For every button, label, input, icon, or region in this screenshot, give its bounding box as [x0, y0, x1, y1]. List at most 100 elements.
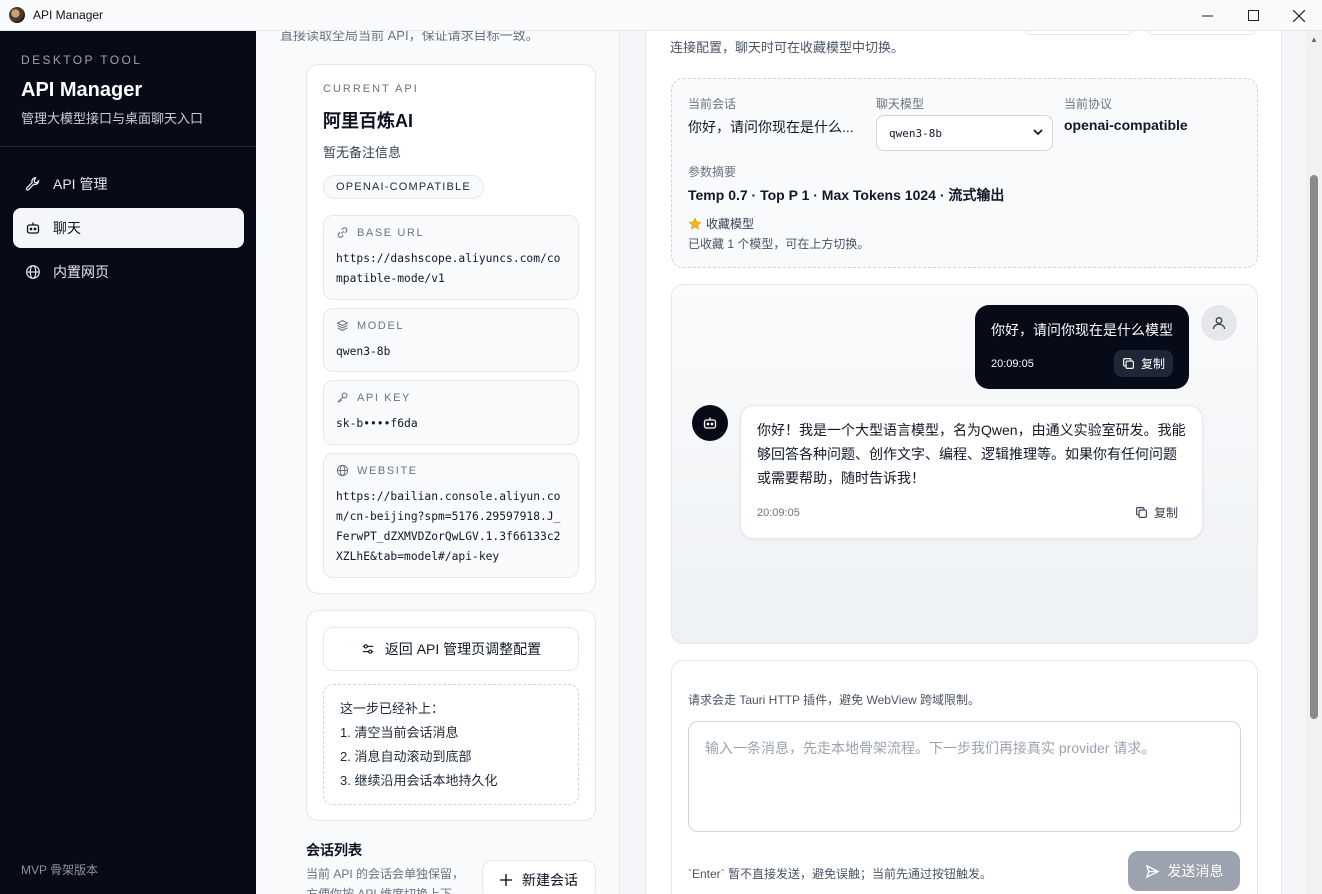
message-time: 20:09:05 — [991, 357, 1034, 370]
assistant-avatar — [692, 405, 728, 441]
params-label: 参数摘要 — [688, 165, 737, 179]
progress-notes: 这一步已经补上： 1. 清空当前会话消息 2. 消息自动滚动到底部 3. 继续沿… — [323, 684, 579, 805]
key-icon — [337, 392, 348, 403]
message-input[interactable]: 输入一条消息，先走本地骨架流程。下一步我们再接真实 provider 请求。 — [688, 721, 1241, 832]
session-panel: 直接读取全局当前 API，保证请求目标一致。 CURRENT API 阿里百炼A… — [256, 31, 620, 894]
back-to-api-button[interactable]: 返回 API 管理页调整配置 — [323, 627, 579, 671]
sidebar-item-webview[interactable]: 内置网页 — [13, 252, 244, 292]
step-item: 3. 继续沿用会话本地持久化 — [340, 773, 498, 788]
session-label: 当前会话 — [688, 97, 737, 111]
scroll-up-icon[interactable]: ▲ — [1310, 35, 1318, 44]
protocol-label: 当前协议 — [1064, 97, 1113, 111]
close-button[interactable] — [1276, 0, 1322, 31]
robot-icon — [703, 417, 717, 429]
current-api-card: CURRENT API 阿里百炼AI 暂无备注信息 OPENAI-COMPATI… — [306, 64, 596, 594]
composer-hint: `Enter` 暂不直接发送，避免误触；当前先通过按钮触发。 — [688, 867, 993, 881]
sidebar-item-label: 内置网页 — [53, 264, 109, 280]
copy-button[interactable]: 复制 — [1127, 499, 1186, 526]
message-text: 你好，请问你现在是什么模型 — [991, 322, 1173, 338]
website-field: WEBSITE https://bailian.console.aliyun.c… — [323, 453, 579, 578]
message-list: 你好，请问你现在是什么模型 20:09:05 复制 你好！我是一个大型语言模型，… — [671, 284, 1258, 644]
base-url-field: BASE URL https://dashscope.aliyuncs.com/… — [323, 215, 579, 300]
minimize-button[interactable] — [1184, 0, 1230, 31]
composer: 请求会走 Tauri HTTP 插件，避免 WebView 跨域限制。 输入一条… — [671, 660, 1258, 894]
copy-icon — [1136, 507, 1147, 518]
field-label: BASE URL — [357, 226, 425, 239]
sidebar-divider — [0, 146, 256, 147]
message-text: 你好！我是一个大型语言模型，名为Qwen，由通义实验室研发。我能够回答各种问题、… — [757, 422, 1186, 486]
header-button[interactable] — [1145, 31, 1257, 35]
model-select[interactable]: qwen3-8b — [876, 115, 1053, 151]
layers-icon — [336, 320, 349, 331]
composer-note: 请求会走 Tauri HTTP 插件，避免 WebView 跨域限制。 — [688, 693, 981, 707]
wrench-icon — [25, 176, 41, 192]
model-select-value: qwen3-8b — [889, 126, 942, 140]
window-title: API Manager — [33, 8, 104, 22]
api-key-field: API KEY sk-b••••f6da — [323, 380, 579, 445]
send-label: 发送消息 — [1167, 863, 1224, 879]
close-icon — [1293, 9, 1305, 22]
new-session-label: 新建会话 — [522, 872, 578, 888]
message-time: 20:09:05 — [757, 506, 800, 519]
link-icon — [337, 227, 348, 238]
session-list-desc: 当前 API 的会话会单独保留，方便你按 API 维度切换上下 — [306, 867, 465, 894]
current-api-eyebrow: CURRENT API — [323, 83, 419, 95]
maximize-icon — [1247, 10, 1259, 21]
sidebar-footer: MVP 骨架版本 — [21, 863, 99, 877]
field-label: API KEY — [357, 391, 411, 404]
sidebar: DESKTOP TOOL API Manager 管理大模型接口与桌面聊天入口 … — [0, 31, 256, 894]
sidebar-item-label: 聊天 — [53, 220, 81, 236]
back-button-label: 返回 API 管理页调整配置 — [384, 641, 542, 657]
sidebar-item-label: API 管理 — [53, 176, 108, 192]
window-controls — [1184, 0, 1322, 31]
scroll-thumb[interactable] — [1310, 175, 1318, 719]
field-label: MODEL — [357, 319, 405, 332]
step-item: 2. 消息自动滚动到底部 — [340, 749, 472, 764]
model-label: 聊天模型 — [876, 97, 925, 111]
sidebar-item-api-management[interactable]: API 管理 — [13, 164, 244, 204]
new-session-button[interactable]: 新建会话 — [482, 860, 596, 894]
steps-title: 这一步已经补上： — [340, 701, 445, 716]
copy-icon — [1123, 358, 1134, 369]
app-icon — [9, 7, 25, 23]
header-button[interactable] — [1023, 31, 1135, 35]
panel-description: 直接读取全局当前 API，保证请求目标一致。 — [280, 31, 539, 43]
robot-icon — [25, 220, 41, 236]
sidebar-subtitle: 管理大模型接口与桌面聊天入口 — [21, 111, 204, 126]
current-api-name: 阿里百炼AI — [323, 111, 413, 131]
chat-panel: 连接配置，聊天时可在收藏模型中切换。 当前会话 你好，请问你现在是什么... 聊… — [645, 31, 1282, 894]
globe-icon — [25, 264, 41, 280]
sidebar-eyebrow: DESKTOP TOOL — [21, 53, 143, 67]
chevron-down-icon — [1033, 129, 1043, 136]
model-field: MODEL qwen3-8b — [323, 308, 579, 372]
favorite-desc: 已收藏 1 个模型，可在上方切换。 — [688, 237, 870, 251]
sidebar-title: API Manager — [21, 79, 143, 101]
sidebar-item-chat[interactable]: 聊天 — [13, 208, 244, 248]
favorite-models: 收藏模型 — [688, 215, 754, 232]
field-label: WEBSITE — [357, 464, 418, 477]
protocol-value: openai-compatible — [1064, 117, 1188, 133]
api-key-value: sk-b••••f6da — [336, 417, 418, 430]
model-value: qwen3-8b — [336, 345, 391, 358]
favorite-label: 收藏模型 — [706, 217, 755, 231]
panel-description: 连接配置，聊天时可在收藏模型中切换。 — [670, 40, 905, 55]
plus-icon — [500, 874, 512, 886]
actions-card: 返回 API 管理页调整配置 这一步已经补上： 1. 清空当前会话消息 2. 消… — [306, 610, 596, 821]
current-api-note: 暂无备注信息 — [323, 145, 402, 160]
sliders-icon — [362, 644, 374, 654]
minimize-icon — [1201, 15, 1213, 17]
session-info: 当前会话 你好，请问你现在是什么... 聊天模型 qwen3-8b 当前协议 o… — [671, 78, 1258, 268]
maximize-button[interactable] — [1230, 0, 1276, 31]
star-icon — [688, 216, 702, 230]
title-bar: API Manager — [0, 0, 1322, 31]
send-icon — [1145, 864, 1160, 878]
website-value[interactable]: https://bailian.console.aliyun.com/cn-be… — [336, 487, 566, 567]
user-message: 你好，请问你现在是什么模型 20:09:05 复制 — [975, 305, 1189, 389]
globe-icon — [336, 464, 349, 477]
send-button[interactable]: 发送消息 — [1128, 851, 1240, 891]
base-url-value: https://dashscope.aliyuncs.com/compatibl… — [336, 252, 561, 285]
user-avatar — [1201, 305, 1237, 341]
copy-label: 复制 — [1140, 357, 1165, 371]
copy-button[interactable]: 复制 — [1113, 350, 1173, 377]
scrollbar[interactable]: ▲ — [1306, 31, 1322, 894]
